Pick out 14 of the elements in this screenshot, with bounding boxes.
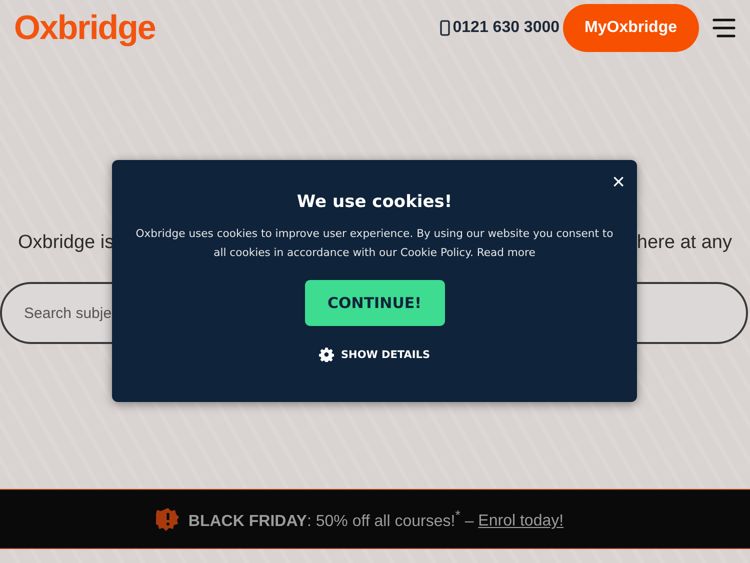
dialog-title: We use cookies! [296,192,452,212]
promo-text: BLACK FRIDAY: 50% off all courses!$^{*}$ – Enrol today! [188,507,564,531]
continue-button[interactable]: CONTINUE! [304,280,444,326]
phone-icon [440,20,450,36]
cookie-message: Oxbridge uses cookies to improve user experience. By using our website you consent to all cookies in accordance with our Cookie Policy. Read more [134,226,614,261]
menu-icon[interactable] [712,18,736,38]
show-details-button[interactable]: SHOW DETAILS [312,346,436,363]
read-more-link[interactable]: Read more [476,246,536,259]
alert-badge-icon [156,507,180,531]
intro-text: here at any [636,232,732,254]
close-button[interactable]: × [612,170,625,194]
enrol-link[interactable]: Enrol today! [478,512,564,530]
phone-number[interactable]: 0121 630 3000 [452,19,560,37]
settings-icon [318,347,334,362]
